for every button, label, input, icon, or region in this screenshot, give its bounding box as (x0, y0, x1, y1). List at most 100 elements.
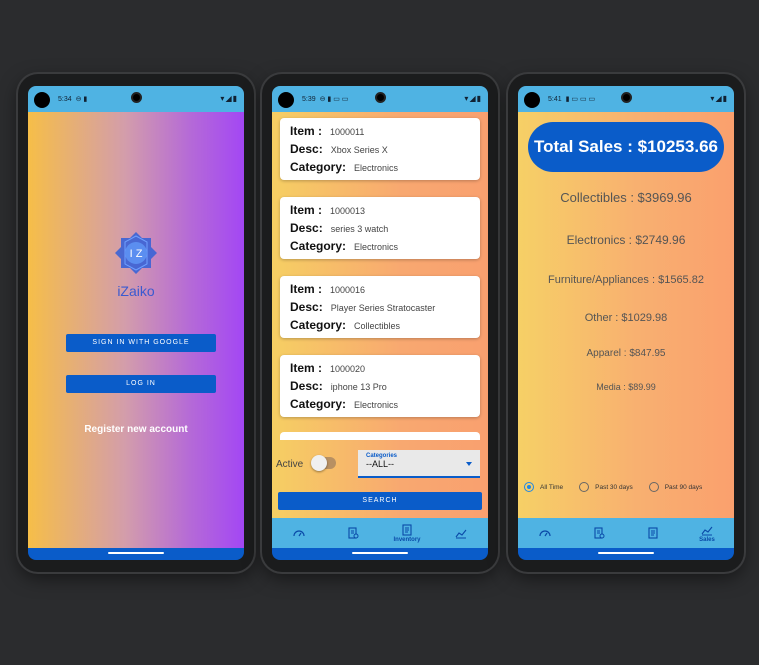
home-pill[interactable] (598, 552, 654, 554)
bottom-tab-bar: Sales (518, 518, 734, 548)
radio-label: All Time (540, 483, 564, 491)
sales-content: Total Sales : $10253.66 Collectibles : $… (518, 112, 734, 548)
category-select[interactable]: Categories --ALL-- (358, 450, 480, 478)
login-screen: 5:34 ⊖ ▮ ▾◢▮ I Z iZaiko SIGN IN WITH GOO… (28, 86, 244, 560)
item-label: Item : (290, 203, 323, 217)
desc-value: iphone 13 Pro (330, 382, 387, 392)
inventory-icon (648, 526, 658, 539)
item-value: 1000016 (330, 285, 366, 295)
category-label: Category: (290, 318, 347, 332)
login-button[interactable]: LOG IN (66, 375, 216, 393)
tab-sales[interactable] (434, 518, 488, 548)
login-content: I Z iZaiko SIGN IN WITH GOOGLE LOG IN Re… (28, 112, 244, 548)
radio-button[interactable] (648, 482, 659, 492)
inventory-screen: 5:39 ⊖ ▮ ▭ ▭ ▾◢▮ Item : 1000011 Desc: Xbox… (272, 86, 488, 560)
inventory-card-partial[interactable] (280, 432, 480, 440)
status-icons-left: ⊖ ▮ ▭ ▭ (319, 96, 349, 103)
camera-cutout (34, 92, 50, 108)
status-time: 5:39 (302, 95, 316, 103)
tab-sales[interactable]: Sales (680, 518, 734, 548)
home-pill[interactable] (352, 552, 408, 554)
desc-value: Xbox Series X (330, 145, 388, 155)
status-icons-left: ▮ ▭ ▭ ▭ (565, 96, 596, 103)
category-label: Category: (290, 160, 347, 174)
radio-button[interactable] (579, 482, 590, 492)
search-button[interactable]: SEARCH (278, 492, 482, 510)
radio-past-30[interactable]: Past 30 days (579, 482, 633, 492)
home-pill[interactable] (108, 552, 164, 554)
inventory-icon (402, 523, 412, 536)
phone-inventory: 5:39 ⊖ ▮ ▭ ▭ ▾◢▮ Item : 1000011 Desc: Xbox… (262, 74, 498, 572)
time-range-radios: All Time Past 30 days Past 90 days (524, 482, 728, 492)
sales-category-other: Other : $1029.98 (584, 312, 668, 324)
tab-dashboard[interactable] (518, 518, 572, 548)
sales-chart-icon (701, 526, 713, 535)
logo-text: iZaiko (117, 283, 155, 299)
receipt-icon (594, 526, 605, 539)
sales-category-apparel: Apparel : $847.95 (586, 348, 666, 359)
tab-receipts[interactable] (572, 518, 626, 548)
system-nav-bar (272, 548, 488, 560)
radio-label: Past 30 days (595, 483, 633, 491)
front-camera (131, 92, 142, 103)
sales-screen: 5:41 ▮ ▭ ▭ ▭ ▾◢▮ Total Sales : $10253.66… (518, 86, 734, 560)
tab-dashboard[interactable] (272, 518, 326, 548)
inventory-content: Item : 1000011 Desc: Xbox Series X Categor… (272, 112, 488, 548)
phone-login: 5:34 ⊖ ▮ ▾◢▮ I Z iZaiko SIGN IN WITH GOO… (18, 74, 254, 572)
desc-label: Desc: (290, 379, 323, 393)
tab-inventory[interactable] (626, 518, 680, 548)
item-value: 1000011 (330, 127, 365, 137)
dropdown-arrow-icon (466, 462, 472, 466)
category-value: Collectibles (354, 321, 401, 331)
desc-value: Player Series Stratocaster (330, 303, 436, 313)
radio-button-selected[interactable] (524, 482, 534, 492)
sales-chart-icon (455, 529, 467, 538)
system-nav-bar (28, 548, 244, 560)
status-time: 5:34 (58, 95, 72, 103)
category-value: Electronics (354, 400, 399, 410)
item-value: 1000013 (330, 206, 366, 216)
sign-in-google-button[interactable]: SIGN IN WITH GOOGLE (66, 334, 216, 352)
svg-text:I Z: I Z (130, 248, 143, 260)
item-label: Item : (290, 282, 323, 296)
desc-label: Desc: (290, 300, 323, 314)
sales-category-electronics: Electronics : $2749.96 (566, 233, 686, 247)
inventory-card[interactable]: Item : 1000011 Desc: Xbox Series X Categor… (280, 118, 480, 180)
category-value: Electronics (354, 163, 399, 173)
desc-label: Desc: (290, 142, 323, 156)
tab-receipts[interactable] (326, 518, 380, 548)
status-bar: 5:41 ▮ ▭ ▭ ▭ ▾◢▮ (518, 86, 734, 112)
status-bar: 5:34 ⊖ ▮ ▾◢▮ (28, 86, 244, 112)
front-camera (621, 92, 632, 103)
dashboard-icon (539, 529, 551, 536)
system-nav-bar (518, 548, 734, 560)
bottom-tab-bar: Inventory (272, 518, 488, 548)
tab-inventory[interactable]: Inventory (380, 518, 434, 548)
item-value: 1000020 (330, 364, 366, 374)
tab-label: Inventory (393, 536, 421, 543)
total-sales: Total Sales : $10253.66 (528, 122, 724, 172)
radio-all-time[interactable]: All Time (524, 482, 563, 492)
register-link[interactable]: Register new account (28, 424, 244, 435)
desc-value: series 3 watch (330, 224, 389, 234)
front-camera (375, 92, 386, 103)
item-label: Item : (290, 124, 323, 138)
inventory-card[interactable]: Item : 1000013 Desc: series 3 watch Catego… (280, 197, 480, 259)
app-logo: I Z iZaiko (108, 230, 164, 299)
signal-battery-icon: ▾◢▮ (710, 94, 728, 103)
category-label: Category: (290, 397, 347, 411)
sales-category-collectibles: Collectibles : $3969.96 (560, 190, 692, 205)
active-label: Active (276, 459, 304, 470)
sales-category-media: Media : $89.99 (596, 382, 656, 392)
status-time: 5:41 (548, 95, 562, 103)
signal-battery-icon: ▾◢▮ (220, 94, 238, 103)
inventory-card[interactable]: Item : 1000020 Desc: iphone 13 Pro Categor… (280, 355, 480, 417)
category-value: Electronics (354, 242, 399, 252)
desc-label: Desc: (290, 221, 323, 235)
radio-past-90[interactable]: Past 90 days (648, 482, 702, 492)
active-toggle[interactable] (311, 455, 336, 471)
inventory-card[interactable]: Item : 1000016 Desc: Player Series Stratoc… (280, 276, 480, 338)
item-label: Item : (290, 361, 323, 375)
tab-label: Sales (699, 536, 715, 543)
receipt-icon (348, 526, 359, 539)
